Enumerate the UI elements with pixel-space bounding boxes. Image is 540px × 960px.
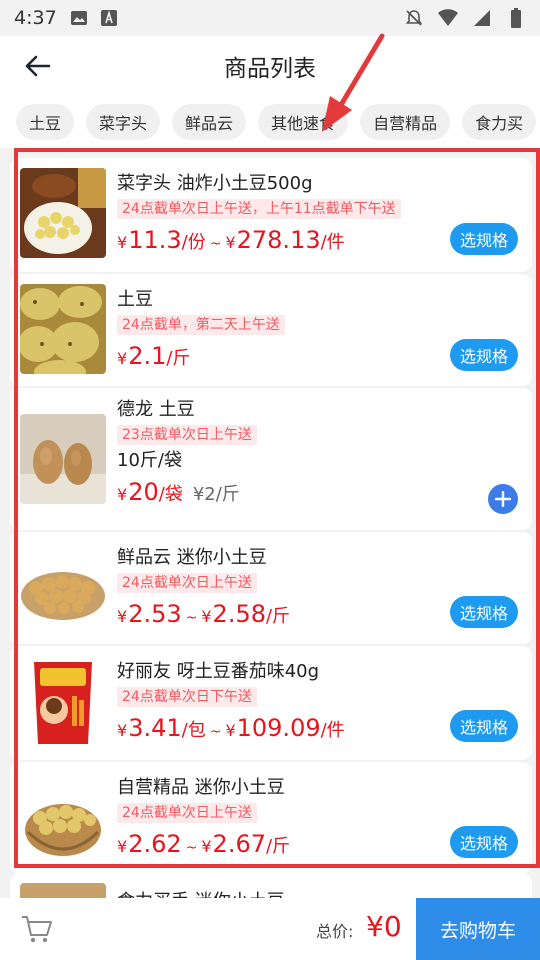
- delivery-tag: 24点截单次日上午送: [117, 803, 257, 823]
- product-list: 菜字头 油炸小土豆500g 24点截单次日上午送，上午11点截单下午送 ¥11.…: [10, 158, 532, 876]
- image-icon: [69, 8, 89, 28]
- product-image: [20, 414, 106, 504]
- product-image: [20, 168, 106, 258]
- total-value: ¥0: [366, 910, 402, 943]
- product-title: 德龙 土豆: [117, 399, 195, 420]
- plus-icon: [495, 491, 511, 507]
- product-title: 好丽友 呀土豆番茄味40g: [117, 661, 320, 682]
- delivery-tag: 24点截单，第二天上午送: [117, 315, 285, 335]
- delivery-tag: 24点截单次日上午送: [117, 573, 257, 593]
- list-item[interactable]: 德龙 土豆 23点截单次日上午送 10斤/袋 ¥20/袋 ¥2/斤: [10, 388, 532, 530]
- bottom-bar: 总价: ¥0 去购物车: [0, 898, 540, 960]
- list-item[interactable]: 好丽友 呀土豆番茄味40g 24点截单次日下午送 ¥3.41/包 ~ ¥109.…: [10, 646, 532, 760]
- page-title: 商品列表: [224, 56, 316, 82]
- delivery-tag: 23点截单次日上午送: [117, 425, 257, 445]
- product-title: 鲜品云 迷你小土豆: [117, 547, 267, 568]
- go-to-cart-button[interactable]: 去购物车: [416, 898, 540, 960]
- tab-other-instant[interactable]: 其他速食: [258, 104, 349, 140]
- product-price: ¥2.53 ~ ¥2.58/斤: [117, 600, 291, 628]
- select-spec-button[interactable]: 选规格: [450, 710, 518, 742]
- status-bar: 4:37: [0, 0, 540, 36]
- tab-self-premium[interactable]: 自营精品: [360, 104, 451, 140]
- product-price: ¥2.1/斤: [117, 342, 191, 370]
- select-spec-button[interactable]: 选规格: [450, 339, 518, 371]
- category-tabs: 土豆 菜字头 鲜品云 其他速食 自营精品 食力买: [0, 96, 540, 148]
- product-title: 菜字头 油炸小土豆500g: [117, 173, 313, 194]
- bell-off-icon: [404, 8, 424, 28]
- cart-icon[interactable]: [20, 912, 54, 946]
- tab-shilimai[interactable]: 食力买: [462, 104, 537, 140]
- total-label: 总价:: [316, 922, 354, 941]
- back-button[interactable]: [16, 46, 60, 86]
- tab-xianpinyun[interactable]: 鲜品云: [172, 104, 247, 140]
- delivery-tag: 24点截单次日下午送: [117, 687, 257, 707]
- header: 商品列表: [0, 36, 540, 96]
- add-to-cart-button[interactable]: [488, 484, 518, 514]
- select-spec-button[interactable]: 选规格: [450, 596, 518, 628]
- product-spec: 10斤/袋: [117, 450, 182, 471]
- product-title: 自营精品 迷你小土豆: [117, 777, 285, 798]
- battery-icon: [506, 8, 526, 28]
- product-image: [20, 284, 106, 374]
- product-image: [20, 544, 106, 634]
- product-price: ¥3.41/包 ~ ¥109.09/件: [117, 714, 345, 742]
- status-time: 4:37: [14, 7, 57, 29]
- list-item[interactable]: 自营精品 迷你小土豆 24点截单次日上午送 ¥2.62 ~ ¥2.67/斤 选规…: [10, 762, 532, 874]
- product-price: ¥2.62 ~ ¥2.67/斤: [117, 830, 291, 858]
- product-image: [20, 658, 106, 748]
- list-item[interactable]: 鲜品云 迷你小土豆 24点截单次日上午送 ¥2.53 ~ ¥2.58/斤 选规格: [10, 532, 532, 644]
- tab-caizitou[interactable]: 菜字头: [86, 104, 161, 140]
- product-title: 土豆: [117, 289, 153, 310]
- tab-potato[interactable]: 土豆: [16, 104, 75, 140]
- list-item[interactable]: 土豆 24点截单，第二天上午送 ¥2.1/斤 选规格: [10, 274, 532, 386]
- select-spec-button[interactable]: 选规格: [450, 223, 518, 255]
- unit-price: ¥2/斤: [192, 484, 240, 505]
- product-image: [20, 774, 106, 864]
- wifi-icon: [438, 8, 458, 28]
- signal-icon: [472, 8, 492, 28]
- product-price: ¥20/袋 ¥2/斤: [117, 478, 240, 506]
- delivery-tag: 24点截单次日上午送，上午11点截单下午送: [117, 199, 401, 219]
- product-price: ¥11.3/份 ~ ¥278.13/件: [117, 226, 345, 254]
- list-item[interactable]: 菜字头 油炸小土豆500g 24点截单次日上午送，上午11点截单下午送 ¥11.…: [10, 158, 532, 272]
- select-spec-button[interactable]: 选规格: [450, 826, 518, 858]
- app-a-icon: [99, 8, 119, 28]
- back-arrow-icon: [25, 55, 51, 77]
